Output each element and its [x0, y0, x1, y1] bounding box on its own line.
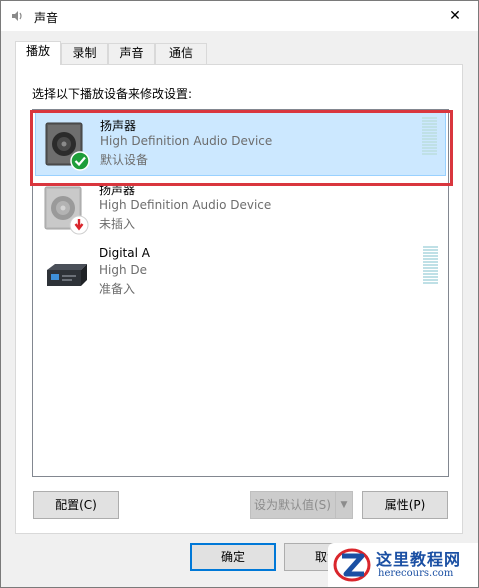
window-title: 声音	[34, 11, 59, 25]
ok-button[interactable]: 确定	[190, 543, 276, 571]
chevron-down-icon[interactable]: ▼	[335, 492, 352, 518]
tab-recording[interactable]: 录制	[61, 43, 108, 64]
watermark-url: herecours.com	[378, 568, 454, 579]
configure-button[interactable]: 配置(C)	[33, 491, 119, 519]
speaker-icon	[45, 122, 90, 171]
tab-playback[interactable]: 播放	[15, 41, 61, 65]
tab-label: 录制	[72, 46, 97, 60]
device-status: 准备入	[99, 282, 136, 296]
device-status: 默认设备	[100, 153, 149, 167]
device-description: High Definition Audio Device	[99, 198, 272, 212]
digital-output-icon	[47, 264, 87, 286]
close-icon: ✕	[449, 8, 461, 24]
speaker-icon	[44, 186, 89, 235]
device-status: 未插入	[99, 217, 136, 231]
device-description: High De	[99, 263, 148, 277]
device-item-speaker-unplugged[interactable]: 扬声器 High Definition Audio Device 未插入	[35, 177, 446, 241]
device-name: 扬声器	[99, 183, 136, 197]
watermark-logo-icon	[333, 548, 371, 582]
tab-sounds[interactable]: 声音	[108, 43, 155, 64]
volume-meter	[423, 246, 438, 286]
set-default-button[interactable]: 设为默认值(S) ▼	[250, 491, 353, 519]
tab-label: 通信	[168, 46, 193, 60]
check-badge	[70, 151, 90, 171]
instruction-text: 选择以下播放设备来修改设置:	[32, 87, 193, 101]
speaker-app-icon	[12, 11, 22, 21]
watermark-title: 这里教程网	[376, 550, 462, 569]
device-item-speaker-default[interactable]: 扬声器 High Definition Audio Device 默认设备	[35, 112, 446, 176]
device-item-digital-output[interactable]: Digital A High De 准备入	[35, 242, 446, 306]
device-list[interactable]: 扬声器 High Definition Audio Device 默认设备 扬声…	[32, 109, 449, 477]
sound-dialog: 声音 ✕ 播放 录制 声音 通信 选择以下播放设备来修改设置: 扬声器 High…	[0, 0, 479, 588]
set-default-label: 设为默认值(S)	[254, 498, 331, 512]
device-description: High Definition Audio Device	[100, 134, 273, 148]
title-bar: 声音 ✕	[1, 1, 478, 31]
tab-communications[interactable]: 通信	[155, 43, 207, 64]
playback-panel: 选择以下播放设备来修改设置: 扬声器 High Definition Audio…	[15, 64, 463, 534]
tab-label: 声音	[119, 46, 144, 60]
tab-label: 播放	[25, 44, 50, 58]
volume-meter	[422, 117, 437, 157]
device-name: Digital A	[99, 246, 150, 260]
watermark: 这里教程网 herecours.com	[328, 543, 478, 587]
properties-button[interactable]: 属性(P)	[362, 491, 448, 519]
device-name: 扬声器	[100, 119, 137, 133]
close-button[interactable]: ✕	[432, 1, 478, 31]
